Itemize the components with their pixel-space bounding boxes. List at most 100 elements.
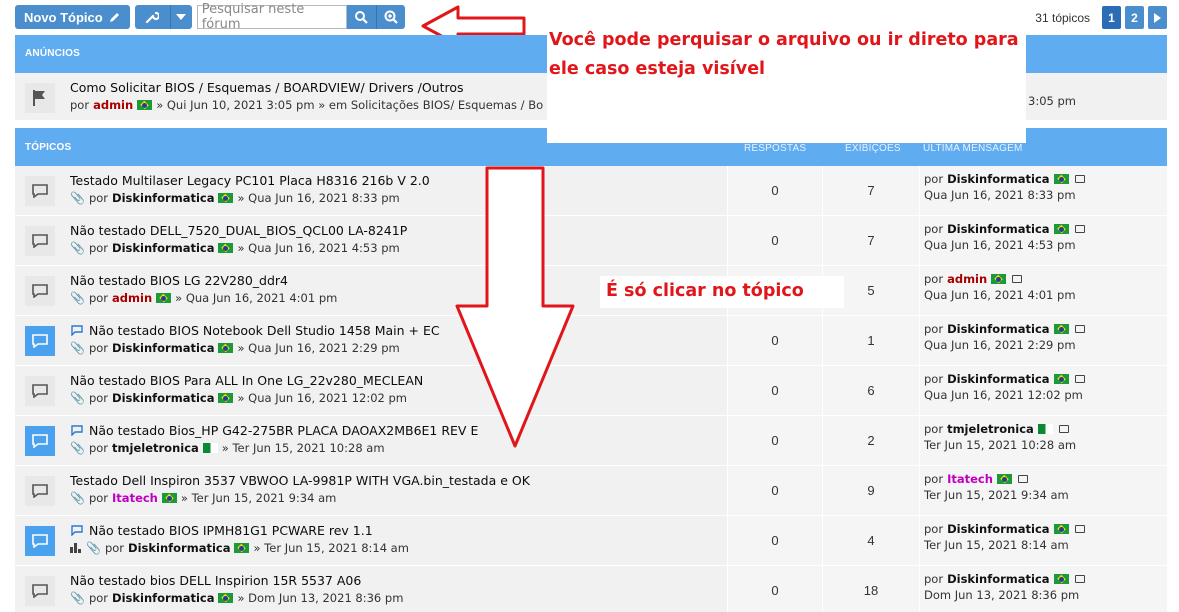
announcement-date: » Qui Jun 10, 2021 3:05 pm » em Solicita… (156, 98, 544, 112)
country-flag-icon (218, 243, 234, 253)
topic-author[interactable]: Diskinformatica (112, 241, 214, 255)
topic-meta: 📎 por Diskinformatica » Qua Jun 16, 2021… (70, 341, 400, 355)
topic-title[interactable]: Não testado BIOS LG 22V280_ddr4 (70, 273, 288, 288)
topic-author[interactable]: Diskinformatica (112, 591, 214, 605)
page-2-button[interactable]: 2 (1125, 6, 1144, 29)
topic-title[interactable]: Não testado DELL_7520_DUAL_BIOS_QCL00 LA… (70, 223, 407, 238)
topic-replies: 0 (727, 516, 822, 565)
country-flag-icon (218, 343, 234, 353)
topic-author[interactable]: admin (112, 291, 152, 305)
forum-toolbar: Novo Tópico Pesquisar neste fórum (15, 2, 405, 32)
topic-row[interactable]: Não testado Bios_HP G42-275BR PLACA DAOA… (15, 416, 1167, 466)
go-to-last-post-icon[interactable] (1074, 525, 1085, 533)
topic-title[interactable]: Não testado BIOS Notebook Dell Studio 14… (89, 323, 440, 338)
topic-title[interactable]: Não testado BIOS IPMH81G1 PCWARE rev 1.1 (89, 523, 373, 538)
attachment-icon: 📎 (70, 291, 85, 305)
country-flag-icon (218, 593, 234, 603)
last-post-date: Ter Jun 15, 2021 9:34 am (924, 488, 1069, 502)
go-to-last-post-icon[interactable] (1074, 325, 1085, 333)
go-to-last-post-icon[interactable] (1074, 225, 1085, 233)
topic-date: » Dom Jun 13, 2021 8:36 pm (237, 591, 404, 605)
last-post-author[interactable]: Diskinformatica (947, 572, 1049, 586)
topic-date: » Ter Jun 15, 2021 10:28 am (221, 441, 385, 455)
by-label: por (924, 272, 944, 286)
topic-last-post: por tmjeletronica Ter Jun 15, 2021 10:28… (919, 416, 1167, 465)
page-1-button[interactable]: 1 (1102, 6, 1121, 29)
last-post-author[interactable]: Diskinformatica (947, 222, 1049, 236)
wrench-icon (135, 5, 171, 29)
country-flag-icon (161, 493, 177, 503)
topic-title[interactable]: Não testado bios DELL Inspirion 15R 5537… (70, 573, 361, 588)
last-post-author[interactable]: admin (947, 272, 987, 286)
country-flag-icon (996, 474, 1012, 484)
topic-row[interactable]: Não testado BIOS IPMH81G1 PCWARE rev 1.1… (15, 516, 1167, 566)
announcements-title: ANÚNCIOS (25, 48, 80, 59)
country-flag-icon (234, 543, 250, 553)
topic-row[interactable]: Não testado BIOS Notebook Dell Studio 14… (15, 316, 1167, 366)
topic-title[interactable]: Não testado BIOS Para ALL In One LG_22v2… (70, 373, 423, 388)
topic-author[interactable]: Diskinformatica (112, 191, 214, 205)
topic-row[interactable]: Não testado bios DELL Inspirion 15R 5537… (15, 566, 1167, 612)
topic-meta: 📎 por Diskinformatica » Qua Jun 16, 2021… (70, 391, 407, 405)
topic-date: » Ter Jun 15, 2021 9:34 am (180, 491, 337, 505)
advanced-search-button[interactable] (375, 5, 405, 29)
col-replies: RESPOSTAS (744, 143, 807, 154)
last-post-author[interactable]: tmjeletronica (947, 422, 1034, 436)
last-post-author[interactable]: Diskinformatica (947, 522, 1049, 536)
pencil-icon (109, 13, 119, 22)
topic-title[interactable]: Testado Dell Inspiron 3537 VBWOO LA-9981… (70, 473, 530, 488)
go-to-last-post-icon[interactable] (1074, 375, 1085, 383)
topic-author[interactable]: Diskinformatica (112, 391, 214, 405)
go-to-last-post-icon[interactable] (1058, 425, 1069, 433)
last-post-date: Qua Jun 16, 2021 12:02 pm (924, 388, 1083, 402)
go-to-last-post-icon[interactable] (1012, 275, 1023, 283)
last-post-author[interactable]: Diskinformatica (947, 372, 1049, 386)
last-post-author[interactable]: Itatech (947, 472, 993, 486)
by-label: por (88, 441, 109, 455)
by-label: por (924, 522, 944, 536)
by-label: por (924, 422, 944, 436)
last-post-author[interactable]: Diskinformatica (947, 322, 1049, 336)
topic-last-post: por admin Qua Jun 16, 2021 4:01 pm (919, 266, 1167, 315)
topic-last-post: por Diskinformatica Qua Jun 16, 2021 4:5… (919, 216, 1167, 265)
topic-date: » Qua Jun 16, 2021 4:01 pm (175, 291, 338, 305)
topic-author[interactable]: Diskinformatica (112, 341, 214, 355)
topic-views: 7 (822, 216, 919, 265)
topic-tools-button[interactable] (134, 5, 192, 29)
topic-author[interactable]: Itatech (112, 491, 158, 505)
topic-row[interactable]: Não testado BIOS Para ALL In One LG_22v2… (15, 366, 1167, 416)
announcement-title[interactable]: Como Solicitar BIOS / Esquemas / BOARDVI… (70, 80, 464, 95)
last-post-date: Qua Jun 16, 2021 8:33 pm (924, 188, 1076, 202)
new-topic-button[interactable]: Novo Tópico (15, 5, 130, 29)
go-to-last-post-icon[interactable] (1074, 175, 1085, 183)
topic-status-icon (25, 476, 55, 506)
country-flag-icon (202, 443, 218, 453)
announcement-author[interactable]: admin (93, 98, 133, 112)
topic-author[interactable]: Diskinformatica (128, 541, 230, 555)
country-flag-icon (1053, 224, 1069, 234)
next-page-button[interactable] (1148, 6, 1167, 29)
by-label: por (924, 472, 944, 486)
go-to-last-post-icon[interactable] (1074, 575, 1085, 583)
by-label: por (88, 341, 109, 355)
topic-meta: 📎 por Diskinformatica » Ter Jun 15, 2021… (70, 541, 409, 555)
search-input[interactable]: Pesquisar neste fórum (196, 2, 347, 32)
attachment-icon: 📎 (70, 341, 85, 355)
topic-meta: 📎 por Diskinformatica » Dom Jun 13, 2021… (70, 591, 403, 605)
country-flag-icon (1037, 424, 1053, 434)
click-annotation-box: É só clicar no tópico (600, 276, 844, 308)
topic-author[interactable]: tmjeletronica (112, 441, 199, 455)
attachment-icon: 📎 (70, 591, 85, 605)
topic-row[interactable]: Não testado DELL_7520_DUAL_BIOS_QCL00 LA… (15, 216, 1167, 266)
search-button[interactable] (346, 5, 376, 29)
topic-title[interactable]: Testado Multilaser Legacy PC101 Placa H8… (70, 173, 430, 188)
pagination: 31 tópicos 1 2 (1035, 6, 1167, 29)
topic-title[interactable]: Não testado Bios_HP G42-275BR PLACA DAOA… (89, 423, 478, 438)
last-post-author[interactable]: Diskinformatica (947, 172, 1049, 186)
topic-views: 4 (822, 516, 919, 565)
go-to-last-post-icon[interactable] (1017, 475, 1028, 483)
topic-row[interactable]: Testado Dell Inspiron 3537 VBWOO LA-9981… (15, 466, 1167, 516)
country-flag-icon (218, 393, 234, 403)
topic-row[interactable]: Não testado BIOS LG 22V280_ddr4 📎 por ad… (15, 266, 1167, 316)
topic-row[interactable]: Testado Multilaser Legacy PC101 Placa H8… (15, 166, 1167, 216)
